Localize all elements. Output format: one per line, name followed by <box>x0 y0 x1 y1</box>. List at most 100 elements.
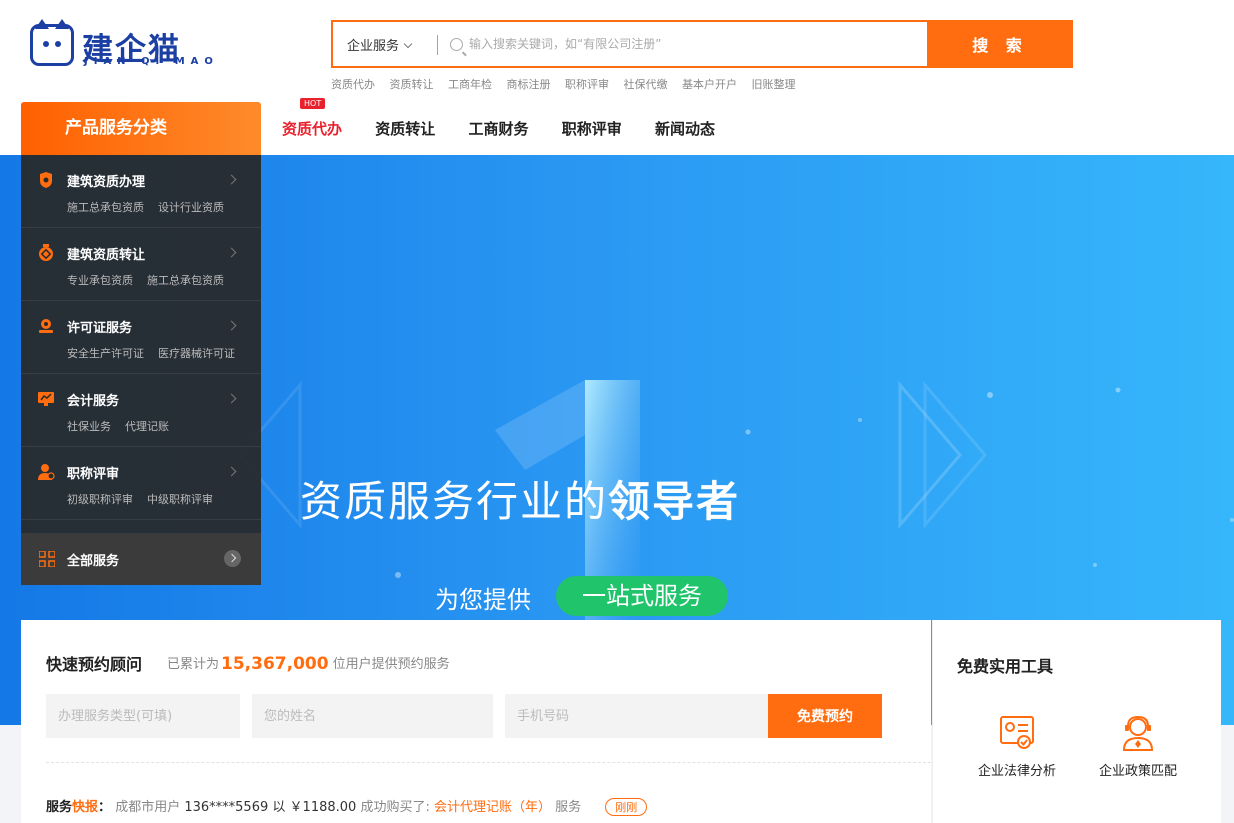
category-link[interactable]: 设计行业资质 <box>158 201 224 214</box>
category-item-license-services[interactable]: 许可证服务 安全生产许可证 医疗器械许可证 <box>21 301 261 374</box>
hot-link[interactable]: 旧账整理 <box>752 78 796 91</box>
category-item-construction-qualification[interactable]: 建筑资质办理 施工总承包资质 设计行业资质 <box>21 155 261 228</box>
category-link[interactable]: 施工总承包资质 <box>67 201 144 214</box>
search-button[interactable]: 搜 索 <box>927 20 1073 68</box>
category-link[interactable]: 代理记账 <box>125 420 169 433</box>
category-links: 专业承包资质 施工总承包资质 <box>67 272 238 288</box>
all-services-label: 全部服务 <box>67 554 120 569</box>
search-icon <box>450 38 463 51</box>
booking-stat: 已累计为 15,367,000 位用户提供预约服务 <box>167 653 450 674</box>
monitor-icon <box>38 392 54 406</box>
search-category-label: 企业服务 <box>347 39 400 54</box>
category-link[interactable]: 医疗器械许可证 <box>158 347 235 360</box>
site-header: 建企猫 JIAN QI MAO 企业服务 搜 索 资质代办 资质转让 工商年检 … <box>0 0 1234 155</box>
chevron-right-circle-icon <box>224 550 241 567</box>
chevron-right-icon <box>226 320 237 331</box>
chevron-down-icon <box>403 39 413 49</box>
quick-booking-panel: 快速预约顾问 已累计为15,367,000位用户提供预约服务 免费预约 服务快报… <box>21 620 931 823</box>
logo-subtitle: JIAN QI MAO <box>84 56 219 67</box>
banner-highlight-pill: 一站式服务 <box>556 576 728 616</box>
stat-number: 15,367,000 <box>221 654 329 674</box>
chevron-right-icon <box>226 393 237 404</box>
nav-item-news[interactable]: 新闻动态 <box>655 120 715 138</box>
tools-title: 免费实用工具 <box>957 657 1054 676</box>
service-type-field[interactable] <box>46 694 240 738</box>
stat-suffix: 位用户提供预约服务 <box>332 657 450 672</box>
hot-link[interactable]: 社保代缴 <box>624 78 668 91</box>
category-links: 初级职称评审 中级职称评审 <box>67 491 227 507</box>
person-icon <box>38 464 55 480</box>
category-link[interactable]: 安全生产许可证 <box>67 347 144 360</box>
tool-policy-match[interactable]: 企业政策匹配 <box>1088 714 1188 779</box>
ticker-label: 服务快报： <box>46 800 111 815</box>
ticker-with: 以 <box>272 800 286 815</box>
chevron-right-icon <box>226 247 237 258</box>
category-link[interactable]: 专业承包资质 <box>67 274 133 287</box>
category-links: 社保业务 代理记账 <box>67 418 183 434</box>
category-link[interactable]: 社保业务 <box>67 420 111 433</box>
cat-logo-icon <box>30 19 74 66</box>
main-nav: 资质代办 资质转让 工商财务 职称评审 新闻动态 <box>282 118 743 139</box>
consultant-icon <box>1122 715 1154 751</box>
dashed-divider <box>46 762 931 763</box>
free-tools-panel: 免费实用工具 企业法律分析 企业政策匹配 <box>932 620 1221 823</box>
category-links: 安全生产许可证 医疗器械许可证 <box>67 345 249 361</box>
stat-prefix: 已累计为 <box>167 657 220 672</box>
category-menu-header[interactable]: 产品服务分类 <box>21 102 261 155</box>
tool-legal-analysis[interactable]: 企业法律分析 <box>967 714 1067 779</box>
category-title: 职称评审 <box>67 467 120 482</box>
hot-link[interactable]: 资质转让 <box>390 78 434 91</box>
all-services-item[interactable]: 全部服务 <box>21 533 261 585</box>
search-category-select[interactable]: 企业服务 <box>347 35 413 54</box>
ticker-phone: 136****5569 <box>184 800 269 815</box>
category-side-menu: 建筑资质办理 施工总承包资质 设计行业资质 建筑资质转让 专业承包资质 施工总承包资… <box>21 155 261 585</box>
nav-item-qualification-transfer[interactable]: 资质转让 <box>375 120 435 138</box>
hot-link[interactable]: 商标注册 <box>507 78 551 91</box>
hot-link[interactable]: 基本户开户 <box>682 78 737 91</box>
chevron-right-icon <box>226 174 237 185</box>
ticker-bought: 成功购买了: <box>360 800 430 815</box>
tool-label: 企业政策匹配 <box>1098 764 1177 779</box>
category-links: 施工总承包资质 设计行业资质 <box>67 199 238 215</box>
hot-link[interactable]: 职称评审 <box>565 78 609 91</box>
banner-slogan-bold: 领导者 <box>608 477 741 526</box>
medal-icon <box>39 244 53 261</box>
banner-slogan-normal: 资质服务行业的 <box>300 477 609 526</box>
search-box: 企业服务 <box>331 20 927 68</box>
cat-eye-right <box>55 41 61 47</box>
name-field[interactable] <box>252 694 493 738</box>
category-link[interactable]: 施工总承包资质 <box>147 274 224 287</box>
nav-item-qualification-agency[interactable]: 资质代办 <box>282 120 342 138</box>
free-booking-button[interactable]: 免费预约 <box>768 694 882 738</box>
ticker-product[interactable]: 会计代理记账（年） <box>434 800 551 815</box>
badge-icon <box>40 172 52 188</box>
category-title: 会计服务 <box>67 394 120 409</box>
search-divider <box>437 35 438 55</box>
hot-badge: HOT <box>300 98 326 109</box>
category-title: 建筑资质办理 <box>67 175 146 190</box>
ticker-label-a: 服务 <box>46 800 73 815</box>
search-input[interactable] <box>469 31 909 57</box>
hot-search-links: 资质代办 资质转让 工商年检 商标注册 职称评审 社保代缴 基本户开户 旧账整理 <box>331 76 807 92</box>
ticker-time-tag: 刚刚 <box>605 798 648 816</box>
legal-document-icon <box>1000 716 1034 749</box>
nav-item-business-finance[interactable]: 工商财务 <box>469 120 529 138</box>
category-item-accounting[interactable]: 会计服务 社保业务 代理记账 <box>21 374 261 447</box>
ticker-city: 成都市用户 <box>115 800 181 815</box>
category-item-qualification-transfer[interactable]: 建筑资质转让 专业承包资质 施工总承包资质 <box>21 228 261 301</box>
grid-icon <box>39 551 55 567</box>
site-logo[interactable]: 建企猫 JIAN QI MAO <box>30 19 230 70</box>
license-icon <box>39 319 53 333</box>
nav-item-title-review[interactable]: 职称评审 <box>562 120 622 138</box>
hot-link[interactable]: 资质代办 <box>331 78 375 91</box>
phone-field[interactable] <box>505 694 768 738</box>
category-link[interactable]: 中级职称评审 <box>147 493 213 506</box>
ticker-service: 服务 <box>555 800 582 815</box>
hot-link[interactable]: 工商年检 <box>448 78 492 91</box>
ticker-colon: ： <box>98 800 112 815</box>
category-link[interactable]: 初级职称评审 <box>67 493 133 506</box>
category-title: 许可证服务 <box>67 321 133 336</box>
ticker-label-b: 快报 <box>72 800 99 815</box>
booking-title: 快速预约顾问 <box>46 655 143 674</box>
category-item-title-review[interactable]: 职称评审 初级职称评审 中级职称评审 <box>21 447 261 520</box>
